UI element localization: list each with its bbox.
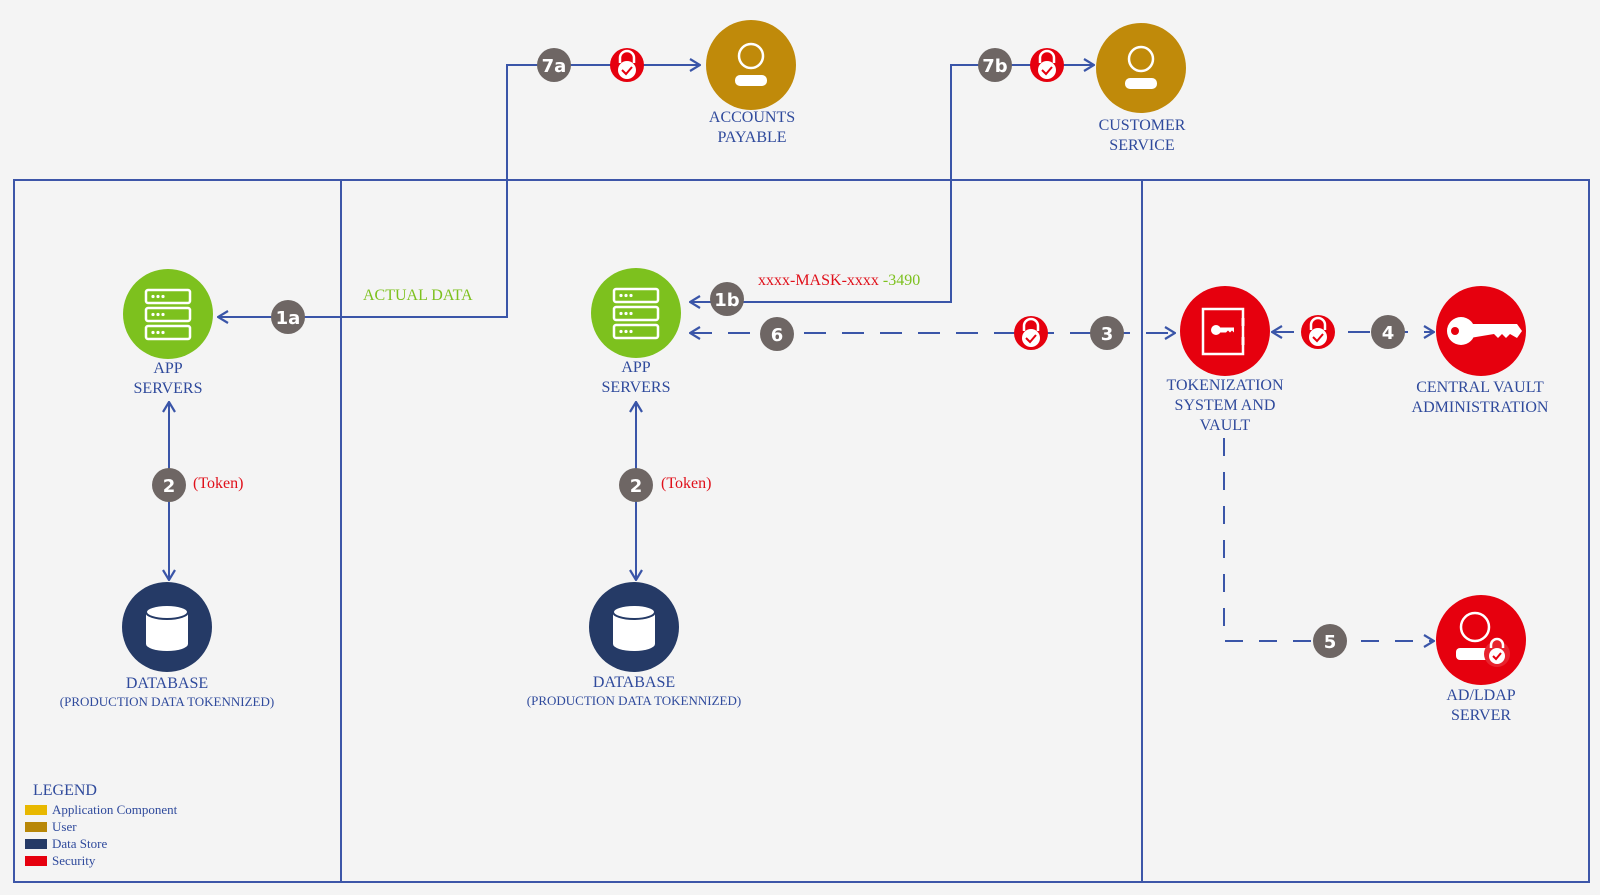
label-line: CUSTOMER [1098,117,1186,134]
svg-text:3: 3 [1101,324,1114,345]
step-badge-2-mid: 2 [619,468,653,502]
legend-label: Application Component [52,801,178,817]
legend-item-security: Security [25,852,177,869]
label-line: SERVICE [1109,137,1175,154]
lock-check-icon [1030,48,1064,82]
customer-service-label: CUSTOMER SERVICE [1099,116,1186,156]
app-servers-mid-node[interactable] [591,268,681,358]
label-line: APP [153,360,183,377]
central-vault-node[interactable] [1436,286,1526,376]
app-servers-left-label: APP SERVERS [134,359,203,399]
app-servers-mid-label: APP SERVERS [602,358,671,398]
ad-ldap-node[interactable] [1436,595,1526,685]
svg-text:5: 5 [1324,632,1337,653]
accounts-payable-label: ACCOUNTS PAYABLE [709,108,795,148]
step-badge-1a: 1a [271,300,305,334]
svg-text:6: 6 [771,325,784,346]
step-badge-6: 6 [760,317,794,351]
tokenization-vault-node[interactable] [1180,286,1270,376]
legend-label: Data Store [52,835,108,851]
database-left-node[interactable] [122,582,212,672]
label-line: SERVERS [601,379,671,396]
label-line: ACCOUNTS [708,109,796,126]
svg-text:1b: 1b [714,290,740,311]
label-line: SERVERS [133,380,203,397]
masked-data-annotation: xxxx-MASK-xxxx -3490 [758,272,920,290]
legend-item-user: User [25,818,177,835]
step-badge-4: 4 [1371,315,1405,349]
step-badge-5: 5 [1313,624,1347,658]
legend-swatch [25,804,47,815]
legend-label: Security [52,852,96,868]
label-line: APP [621,359,651,376]
token-annotation-left: (Token) [193,475,244,492]
svg-text:2: 2 [163,476,176,497]
svg-text:2: 2 [630,476,643,497]
svg-text:4: 4 [1382,323,1395,344]
token-annotation-mid: (Token) [661,475,712,492]
step-badge-3: 3 [1090,316,1124,350]
central-vault-label: CENTRAL VAULT ADMINISTRATION [1412,378,1549,418]
step-badge-1b: 1b [710,282,744,316]
step-badge-7a: 7a [537,48,571,82]
lock-check-icon [610,48,644,82]
label-line: DATABASE [592,674,676,691]
svg-text:1a: 1a [276,308,301,329]
legend-swatch [25,838,47,849]
mask-text: xxxx-MASK-xxxx [758,272,879,289]
lock-check-icon [1301,315,1335,349]
accounts-payable-node[interactable] [706,20,796,110]
label-line: VAULT [1199,417,1251,434]
legend-item-data-store: Data Store [25,835,177,852]
app-servers-left-node[interactable] [123,269,213,359]
label-line: TOKENIZATION [1166,377,1284,394]
database-left-label: DATABASE (PRODUCTION DATA TOKENNIZED) [60,674,274,710]
label-line: PAYABLE [717,129,787,146]
label-line: SERVER [1450,707,1512,724]
legend-swatch [25,821,47,832]
tokenization-architecture-diagram: 7a 7b 1a 1b 6 3 4 5 2 2 [13,20,1590,883]
lock-check-icon [1014,316,1048,350]
database-mid-node[interactable] [589,582,679,672]
svg-text:7a: 7a [542,56,567,77]
label-line: AD/LDAP [1446,687,1516,704]
ad-ldap-label: AD/LDAP SERVER [1446,686,1515,726]
step-badge-2-left: 2 [152,468,186,502]
legend-title: LEGEND [33,782,97,799]
customer-service-node[interactable] [1096,23,1186,113]
label-line: CENTRAL VAULT [1416,379,1544,396]
legend: LEGEND Application Component User Data S… [25,782,177,869]
label-line: ADMINISTRATION [1411,399,1549,416]
mask-digits: -3490 [882,272,921,289]
label-subline: (PRODUCTION DATA TOKENNIZED) [59,694,275,709]
legend-swatch [25,855,47,866]
label-line: DATABASE [125,675,209,692]
database-mid-label: DATABASE (PRODUCTION DATA TOKENNIZED) [527,673,741,709]
legend-item-application: Application Component [25,801,177,818]
actual-data-annotation: ACTUAL DATA [363,287,473,304]
label-line: SYSTEM AND [1174,397,1276,414]
label-subline: (PRODUCTION DATA TOKENNIZED) [526,693,742,708]
database-icon [612,604,656,651]
database-icon [145,604,189,651]
svg-text:7b: 7b [982,56,1008,77]
legend-label: User [52,818,77,834]
tokenization-vault-label: TOKENIZATION SYSTEM AND VAULT [1166,376,1283,436]
flow-5-dashed-line [1223,438,1434,641]
step-badge-7b: 7b [978,48,1012,82]
